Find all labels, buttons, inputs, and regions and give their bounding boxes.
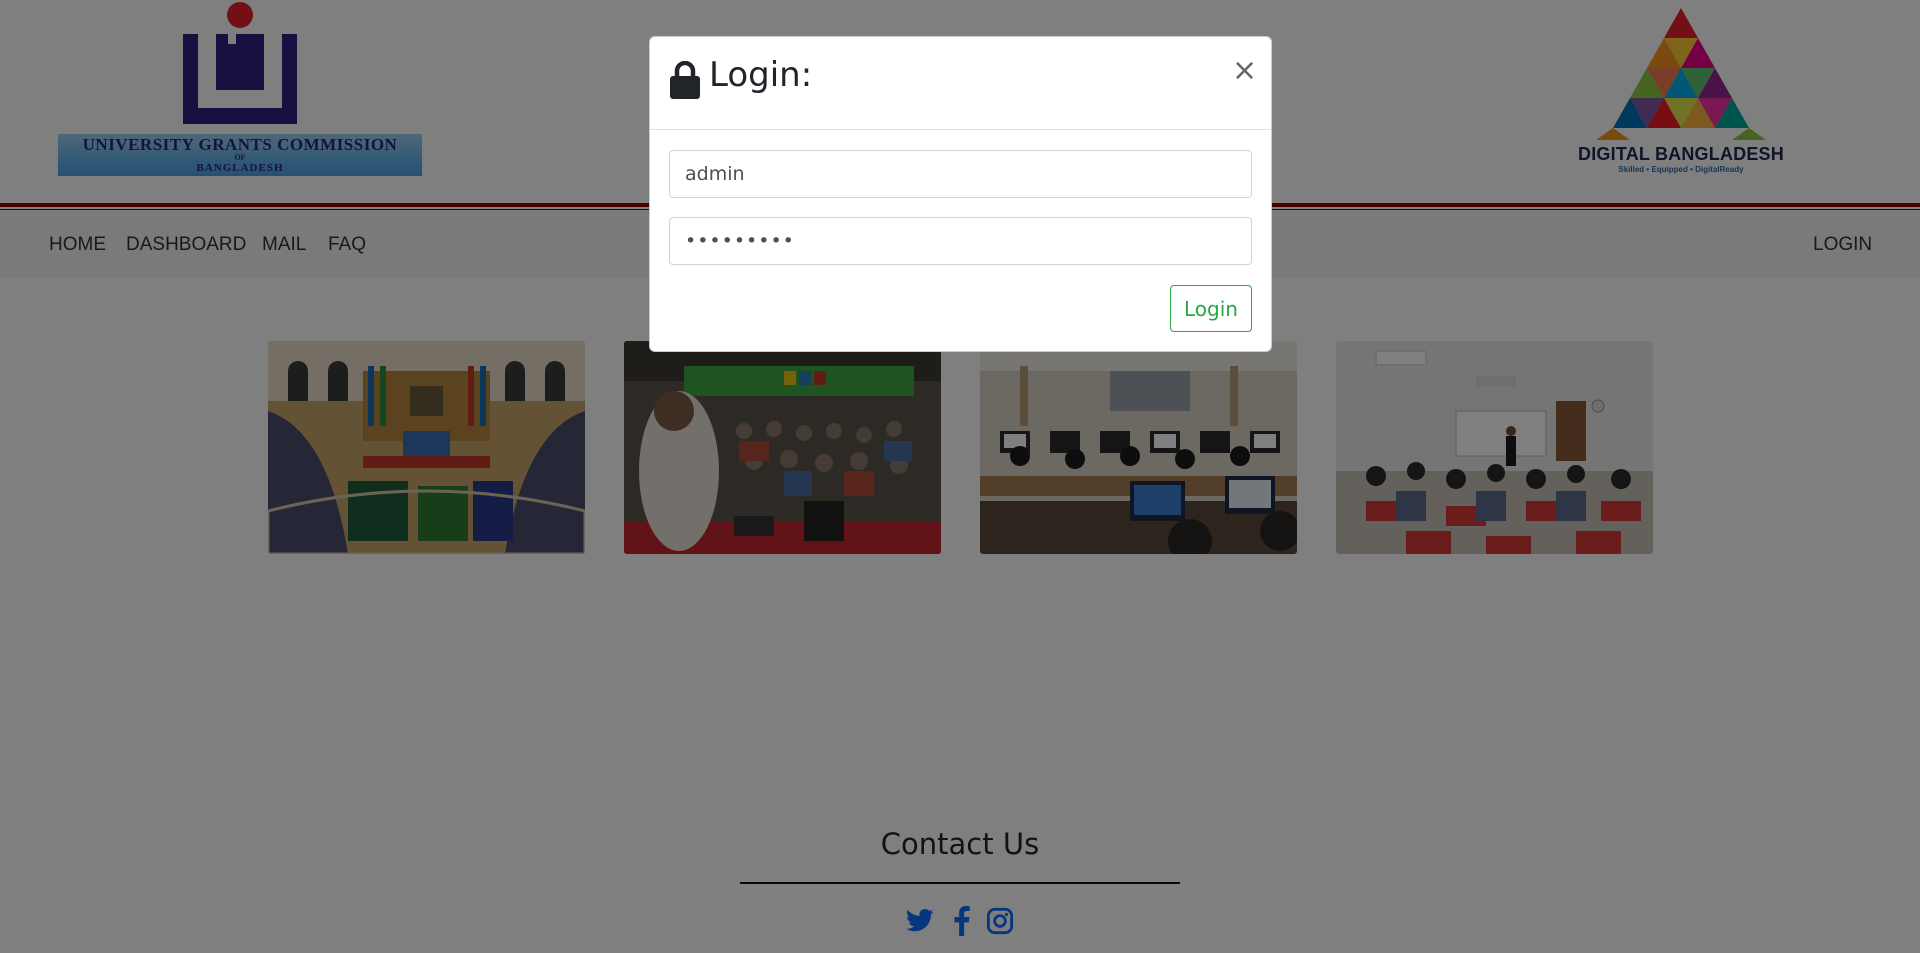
username-field[interactable] [669, 150, 1252, 198]
lock-icon [670, 61, 700, 99]
modal-header: Login: × [650, 37, 1271, 130]
close-icon[interactable]: × [1232, 56, 1257, 86]
modal-title: Login: [709, 55, 813, 95]
login-submit-button[interactable]: Login [1170, 285, 1252, 332]
password-field[interactable] [669, 217, 1252, 265]
login-modal: Login: × Login [649, 36, 1272, 352]
